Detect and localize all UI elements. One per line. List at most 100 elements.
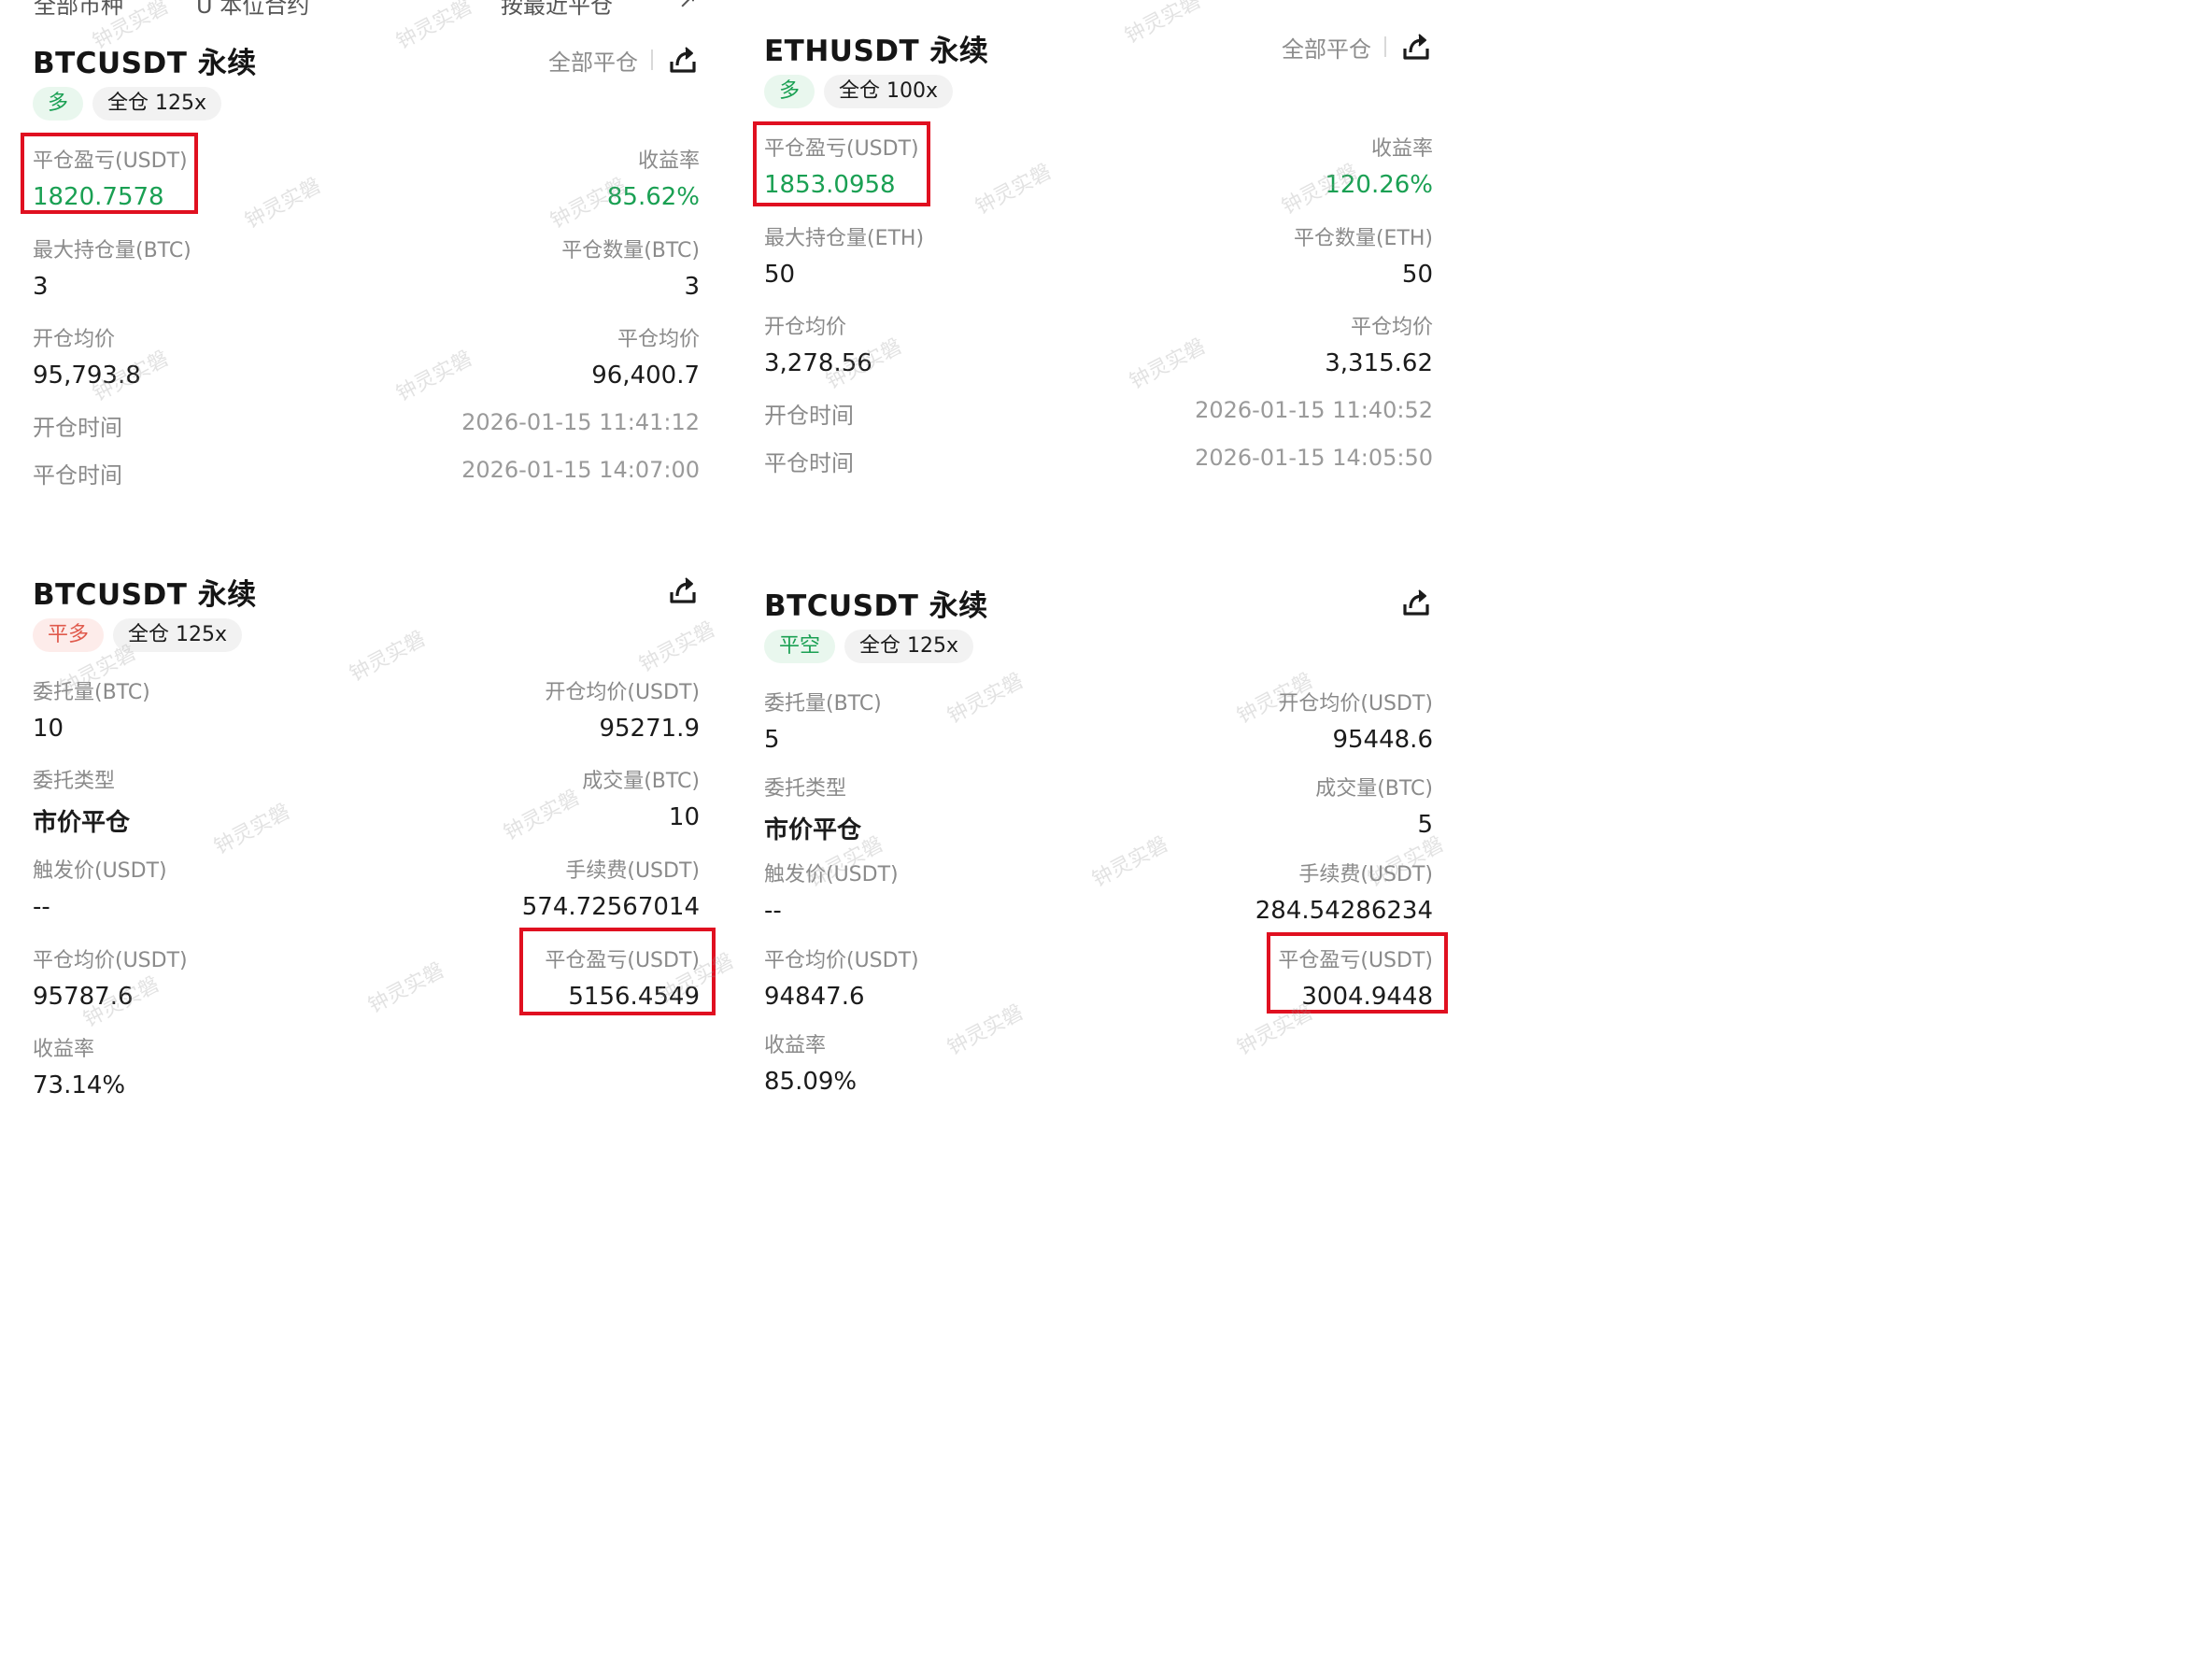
share-icon[interactable] <box>1399 586 1433 619</box>
order-qty-field: 委托量(BTC) 5 <box>764 687 882 754</box>
order-type-label: 委托类型 <box>33 770 116 793</box>
close-qty-label: 平仓数量(ETH) <box>1293 227 1433 250</box>
fee-field: 手续费(USDT) 284.54286234 <box>1255 858 1433 925</box>
open-time-value: 2026-01-15 11:41:12 <box>461 409 700 435</box>
order-card-close-long: BTCUSDT 永续 平多 全仓 125x 委托量(BTC) 10 开仓均价(U… <box>33 560 700 1099</box>
card-actions: 全部平仓 <box>1282 30 1433 64</box>
trigger-value: -- <box>764 897 782 925</box>
card-title: BTCUSDT 永续 <box>764 589 988 623</box>
close-avg-label: 平仓均价(USDT) <box>764 949 919 972</box>
highlight-box <box>753 121 930 206</box>
tag-row: 平多 全仓 125x <box>33 618 243 652</box>
filled-label: 成交量(BTC) <box>582 770 700 793</box>
max-position-label: 最大持仓量(ETH) <box>764 227 925 250</box>
filled-value: 10 <box>668 803 700 831</box>
highlight-box <box>519 928 716 1015</box>
open-avg-label: 开仓均价(USDT) <box>1278 692 1433 716</box>
side-tag: 多 <box>33 87 84 121</box>
filled-value: 5 <box>1417 811 1433 839</box>
close-avg-value: 94847.6 <box>764 983 865 1011</box>
trigger-label: 触发价(USDT) <box>33 859 167 883</box>
open-time-label: 开仓时间 <box>33 415 122 441</box>
order-qty-label: 委托量(BTC) <box>33 681 150 704</box>
close-qty-value: 3 <box>684 273 700 301</box>
trigger-field: 触发价(USDT) -- <box>33 854 167 921</box>
margin-tag: 全仓 125x <box>113 618 243 652</box>
order-qty-label: 委托量(BTC) <box>764 692 882 716</box>
close-all-button[interactable]: 全部平仓 <box>1282 31 1371 64</box>
open-avg-field: 开仓均价(USDT) 95271.9 <box>545 675 700 743</box>
side-tag: 多 <box>764 75 815 108</box>
open-avg-label: 开仓均价 <box>764 316 847 339</box>
close-avg-field: 平仓均价(USDT) 94847.6 <box>764 943 919 1011</box>
close-time-value: 2026-01-15 14:05:50 <box>1195 445 1433 471</box>
open-avg-label: 开仓均价 <box>33 328 116 351</box>
close-avg-field: 平仓均价 3,315.62 <box>1325 310 1433 377</box>
trigger-label: 触发价(USDT) <box>764 863 899 886</box>
close-avg-label: 平仓均价(USDT) <box>33 949 188 972</box>
order-qty-field: 委托量(BTC) 10 <box>33 675 150 743</box>
order-type-field: 委托类型 市价平仓 <box>764 772 861 845</box>
max-position-value: 50 <box>764 261 796 289</box>
share-icon[interactable] <box>666 43 700 77</box>
close-avg-label: 平仓均价 <box>617 328 700 351</box>
roi-value: 85.09% <box>764 1068 858 1096</box>
card-title: ETHUSDT 永续 <box>764 35 989 68</box>
open-avg-field: 开仓均价 95,793.8 <box>33 322 141 390</box>
close-qty-field: 平仓数量(BTC) 3 <box>561 234 700 301</box>
close-qty-value: 50 <box>1401 261 1433 289</box>
card-title: BTCUSDT 永续 <box>33 47 257 80</box>
order-type-field: 委托类型 市价平仓 <box>33 764 130 838</box>
open-time-value: 2026-01-15 11:40:52 <box>1195 397 1433 423</box>
fee-value: 284.54286234 <box>1255 897 1433 925</box>
close-avg-label: 平仓均价 <box>1350 316 1433 339</box>
open-avg-value: 3,278.56 <box>764 349 872 377</box>
order-type-value: 市价平仓 <box>33 809 131 837</box>
fee-label: 手续费(USDT) <box>1298 863 1433 886</box>
roi-label: 收益率 <box>764 1034 827 1057</box>
margin-tag: 全仓 125x <box>844 630 974 663</box>
order-type-value: 市价平仓 <box>764 816 862 844</box>
roi-field: 收益率 73.14% <box>33 1032 125 1099</box>
card-actions <box>1399 586 1433 619</box>
close-qty-field: 平仓数量(ETH) 50 <box>1294 221 1433 289</box>
close-all-button[interactable]: 全部平仓 <box>548 44 638 77</box>
card-actions <box>666 574 700 607</box>
card-actions: 全部平仓 <box>548 43 700 77</box>
roi-label: 收益率 <box>1370 137 1433 161</box>
order-qty-value: 5 <box>764 726 780 754</box>
divider <box>651 50 653 70</box>
trigger-field: 触发价(USDT) -- <box>764 858 899 925</box>
tag-row: 多 全仓 125x <box>33 87 222 121</box>
share-icon[interactable] <box>666 574 700 607</box>
order-type-label: 委托类型 <box>764 777 847 801</box>
close-qty-label: 平仓数量(BTC) <box>561 239 700 262</box>
close-avg-value: 95787.6 <box>33 983 134 1011</box>
filled-label: 成交量(BTC) <box>1315 777 1433 801</box>
close-time-label: 平仓时间 <box>33 462 122 489</box>
close-time-label: 平仓时间 <box>764 450 854 476</box>
divider <box>1384 36 1386 57</box>
open-avg-value: 95,793.8 <box>33 362 141 390</box>
roi-label: 收益率 <box>637 149 700 173</box>
close-avg-value: 96,400.7 <box>591 362 700 390</box>
tag-row: 多 全仓 100x <box>764 75 954 108</box>
open-avg-value: 95448.6 <box>1332 726 1433 754</box>
fee-label: 手续费(USDT) <box>565 859 700 883</box>
roi-value: 85.62% <box>606 183 700 211</box>
max-position-value: 3 <box>33 273 49 301</box>
side-tag: 平多 <box>33 618 105 652</box>
roi-field: 收益率 85.62% <box>607 144 700 211</box>
open-avg-field: 开仓均价(USDT) 95448.6 <box>1278 687 1433 754</box>
roi-value: 73.14% <box>33 1071 126 1099</box>
open-avg-label: 开仓均价(USDT) <box>545 681 700 704</box>
margin-tag: 全仓 125x <box>92 87 222 121</box>
fee-value: 574.72567014 <box>521 893 700 921</box>
share-icon[interactable] <box>1399 30 1433 64</box>
close-time-value: 2026-01-15 14:07:00 <box>461 457 700 483</box>
margin-tag: 全仓 100x <box>824 75 954 108</box>
filled-field: 成交量(BTC) 10 <box>582 764 700 831</box>
roi-field: 收益率 120.26% <box>1325 132 1433 199</box>
close-avg-field: 平仓均价(USDT) 95787.6 <box>33 943 188 1011</box>
filled-field: 成交量(BTC) 5 <box>1315 772 1433 839</box>
